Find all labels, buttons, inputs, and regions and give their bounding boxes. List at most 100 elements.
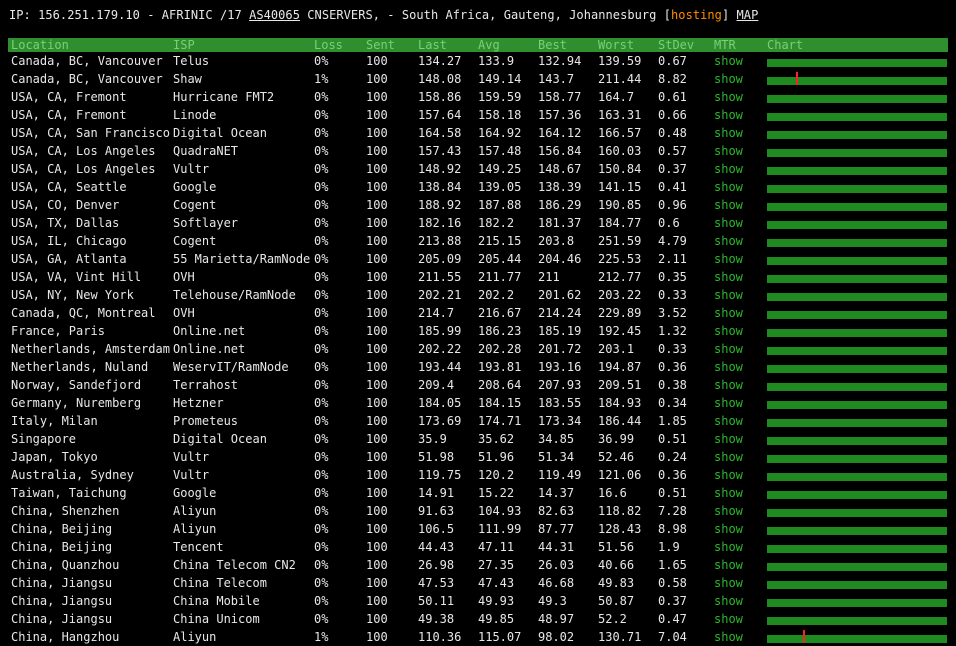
location-text: CNSERVERS, - South Africa, Gauteng, Joha… [300,8,672,22]
mtr-show-link[interactable]: show [714,142,743,160]
cell-stdev: 0.51 [658,432,687,446]
latency-chart-bar [767,59,947,67]
cell-isp: Aliyun [173,504,217,518]
cell-last: 205.09 [418,252,462,266]
mtr-show-link[interactable]: show [714,358,743,376]
mtr-show-link[interactable]: show [714,286,743,304]
cell-isp: Digital Ocean [173,126,267,140]
table-row: Netherlands, Nuland WeservIT/RamNode 0% 100… [8,358,948,376]
cell-location: China, Beijing [11,540,113,554]
mtr-show-link[interactable]: show [714,70,743,88]
col-mtr: MTR [714,38,736,52]
cell-best: 185.19 [538,324,582,338]
map-link[interactable]: MAP [737,8,759,22]
cell-location: USA, NY, New York [11,288,134,302]
cell-best: 156.84 [538,144,582,158]
table-body: Canada, BC, Vancouver Telus 0% 100 134.27 133… [8,52,948,646]
cell-location: USA, CA, San Francisco [11,126,170,140]
mtr-show-link[interactable]: show [714,52,743,70]
cell-location: Canada, QC, Montreal [11,306,156,320]
mtr-show-link[interactable]: show [714,502,743,520]
cell-best: 181.37 [538,216,582,230]
mtr-show-link[interactable]: show [714,394,743,412]
cell-loss: 0% [314,162,329,176]
mtr-show-link[interactable]: show [714,106,743,124]
mtr-show-link[interactable]: show [714,448,743,466]
mtr-show-link[interactable]: show [714,628,743,646]
cell-stdev: 2.11 [658,252,687,266]
table-row: USA, CA, Los Angeles Vultr 0% 100 148.92 149.… [8,160,948,178]
cell-avg: 15.22 [478,486,515,500]
cell-sent: 100 [366,360,388,374]
mtr-show-link[interactable]: show [714,538,743,556]
cell-worst: 128.43 [598,522,642,536]
cell-isp: Terrahost [173,378,239,392]
mtr-show-link[interactable]: show [714,124,743,142]
mtr-show-link[interactable]: show [714,304,743,322]
mtr-show-link[interactable]: show [714,484,743,502]
cell-worst: 209.51 [598,378,642,392]
cell-location: Japan, Tokyo [11,450,98,464]
table-row: China, Jiangsu China Unicom 0% 100 49.38 49.8… [8,610,948,628]
cell-worst: 194.87 [598,360,642,374]
col-avg: Avg [478,38,500,52]
col-sent: Sent [366,38,395,52]
mtr-show-link[interactable]: show [714,322,743,340]
cell-loss: 0% [314,180,329,194]
cell-avg: 215.15 [478,234,522,248]
cell-loss: 0% [314,540,329,554]
cell-avg: 139.05 [478,180,522,194]
cell-last: 164.58 [418,126,462,140]
mtr-show-link[interactable]: show [714,88,743,106]
cell-isp: China Telecom CN2 [173,558,296,572]
mtr-show-link[interactable]: show [714,340,743,358]
cell-loss: 0% [314,324,329,338]
mtr-show-link[interactable]: show [714,430,743,448]
cell-stdev: 0.33 [658,342,687,356]
cell-isp: QuadraNET [173,144,239,158]
cell-avg: 164.92 [478,126,522,140]
cell-avg: 47.43 [478,576,515,590]
cell-sent: 100 [366,54,388,68]
latency-chart-bar [767,257,947,265]
cell-loss: 0% [314,234,329,248]
cell-stdev: 0.67 [658,54,687,68]
asn-link[interactable]: AS40065 [249,8,300,22]
mtr-show-link[interactable]: show [714,412,743,430]
table-row: USA, CA, Seattle Google 0% 100 138.84 139.05 1… [8,178,948,196]
cell-avg: 158.18 [478,108,522,122]
cell-avg: 186.23 [478,324,522,338]
col-worst: Worst [598,38,635,52]
cell-sent: 100 [366,630,388,644]
cell-avg: 174.71 [478,414,522,428]
cell-sent: 100 [366,180,388,194]
mtr-show-link[interactable]: show [714,466,743,484]
mtr-show-link[interactable]: show [714,376,743,394]
mtr-show-link[interactable]: show [714,574,743,592]
mtr-show-link[interactable]: show [714,214,743,232]
cell-worst: 190.85 [598,198,642,212]
cell-stdev: 0.51 [658,486,687,500]
mtr-show-link[interactable]: show [714,160,743,178]
cell-worst: 141.15 [598,180,642,194]
cell-stdev: 0.61 [658,90,687,104]
mtr-show-link[interactable]: show [714,592,743,610]
cell-avg: 120.2 [478,468,515,482]
cell-stdev: 8.98 [658,522,687,536]
mtr-show-link[interactable]: show [714,520,743,538]
mtr-show-link[interactable]: show [714,268,743,286]
mtr-show-link[interactable]: show [714,556,743,574]
mtr-show-link[interactable]: show [714,196,743,214]
cell-loss: 0% [314,306,329,320]
mtr-show-link[interactable]: show [714,178,743,196]
cell-location: USA, CA, Fremont [11,108,127,122]
latency-chart-bar [767,131,947,139]
cell-stdev: 0.37 [658,162,687,176]
cell-worst: 36.99 [598,432,635,446]
table-row: Netherlands, Amsterdam Online.net 0% 100 202… [8,340,948,358]
cell-stdev: 0.36 [658,468,687,482]
mtr-show-link[interactable]: show [714,610,743,628]
cell-last: 173.69 [418,414,462,428]
mtr-show-link[interactable]: show [714,232,743,250]
mtr-show-link[interactable]: show [714,250,743,268]
